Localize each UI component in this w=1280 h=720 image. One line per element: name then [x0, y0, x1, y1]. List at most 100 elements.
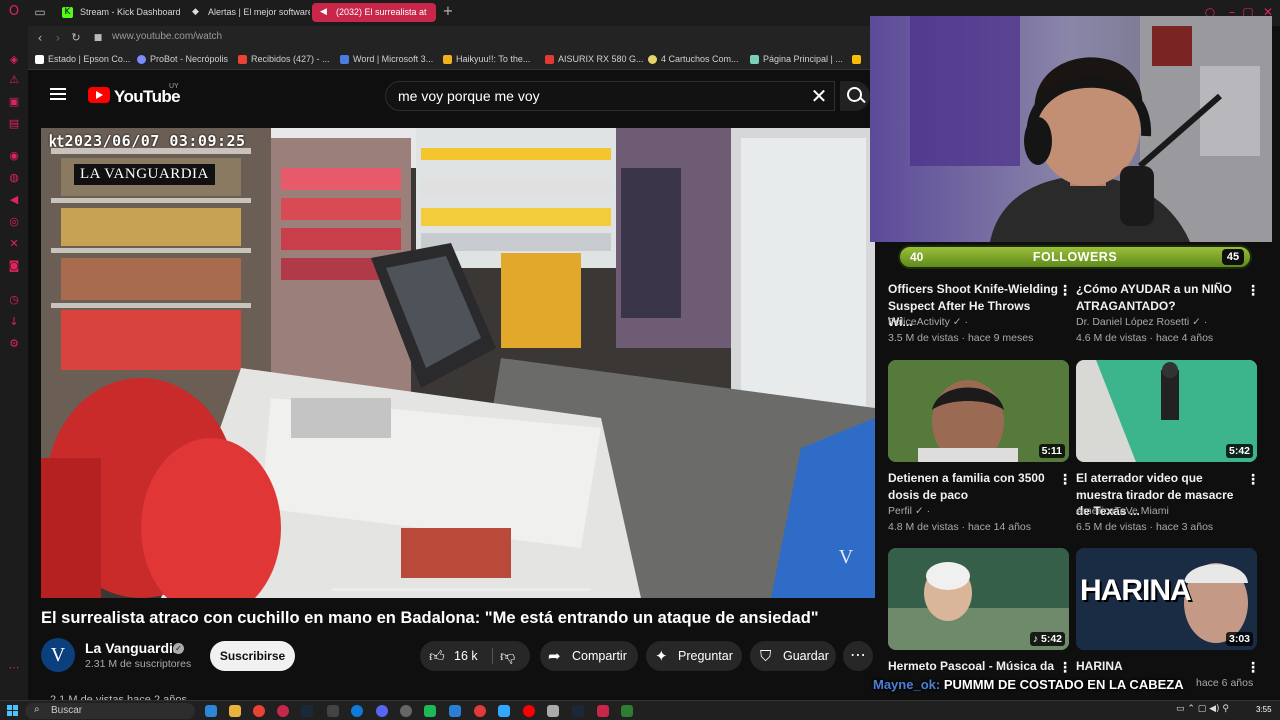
bookmark-item[interactable]: AISURIX RX 580 G...	[545, 54, 644, 64]
search-button[interactable]	[840, 81, 870, 111]
taskbar-clock[interactable]: 3:55	[1256, 705, 1272, 714]
video-progress-bar[interactable]	[331, 588, 591, 591]
steam-icon[interactable]	[572, 705, 584, 717]
photoshop-icon[interactable]	[498, 705, 510, 717]
ask-button[interactable]: ✦ Preguntar	[646, 641, 742, 671]
duration-badge: 3:03	[1225, 632, 1253, 646]
rec-channel[interactable]: Dr. Daniel López Rosetti ✓ ·	[1076, 316, 1207, 328]
bookmark-item[interactable]: ProBot - Necrópolis	[137, 54, 228, 64]
subscribe-button[interactable]: Suscribirse	[210, 641, 295, 671]
sidebar-settings-icon[interactable]: ⚙	[7, 338, 21, 350]
sidebar-extensions-icon[interactable]: ⚠	[7, 74, 21, 86]
url-field[interactable]: www.youtube.com/watch	[112, 31, 222, 42]
vscode-icon[interactable]	[449, 705, 461, 717]
sidebar-telegram-icon[interactable]: ◀	[7, 194, 21, 206]
bookmark-item[interactable]: 4 Cartuchos Com...	[648, 54, 739, 64]
opera-gx-icon[interactable]	[474, 705, 486, 717]
edge-icon[interactable]	[351, 705, 363, 717]
search-input[interactable]	[398, 88, 778, 104]
rec-title[interactable]: Detienen a familia con 3500 dosis de pac…	[888, 470, 1058, 503]
tab-youtube-video[interactable]: ◀ (2032) El surrealista at	[312, 3, 436, 22]
channel-name[interactable]: La Vanguardia	[85, 640, 181, 656]
share-button[interactable]: ➦ Compartir	[540, 641, 638, 671]
sidebar-whatsapp-icon[interactable]: ◍	[7, 172, 21, 184]
bookmark-item[interactable]: Recibidos (427) - ...	[238, 54, 330, 64]
like-dislike-group: 👍︎ 16 k 👎︎	[420, 641, 530, 671]
sidebar-messenger-icon[interactable]: ◉	[7, 150, 21, 162]
sidebar-history-icon[interactable]: ◷	[7, 294, 21, 306]
more-options-icon[interactable]: ⋮	[1058, 660, 1072, 676]
sidebar-discord-icon[interactable]: ◙	[7, 260, 21, 272]
file-explorer-icon[interactable]	[229, 705, 241, 717]
app-icon[interactable]	[424, 705, 436, 717]
steam-icon[interactable]	[301, 705, 313, 717]
more-options-icon[interactable]: ⋮	[1246, 660, 1260, 676]
opera-icon[interactable]	[277, 705, 289, 717]
youtube-wordmark[interactable]: YouTube	[114, 87, 181, 107]
back-icon[interactable]: ‹	[32, 30, 48, 46]
bookmark-item[interactable]: Haikyuu!!: To the...	[443, 54, 530, 64]
channel-avatar[interactable]: V	[41, 638, 75, 672]
rec-channel[interactable]: AmericaTeVe Miami	[1076, 505, 1169, 517]
youtube-logo-icon[interactable]	[88, 87, 110, 103]
clear-search-icon[interactable]: ✕	[808, 85, 830, 107]
rec-channel[interactable]: Perfil ✓ ·	[888, 505, 930, 517]
more-options-icon[interactable]: ⋮	[1058, 472, 1072, 488]
windows-start-icon[interactable]	[7, 705, 18, 716]
sidebar-ai-icon[interactable]: ◈	[7, 54, 21, 66]
hamburger-menu-icon[interactable]	[50, 88, 66, 100]
reload-icon[interactable]: ↻	[68, 30, 84, 46]
terminal-icon[interactable]	[621, 705, 633, 717]
system-tray[interactable]: ▭ ⌃ ▢ ◀) ⚲	[1176, 704, 1229, 714]
obs-icon[interactable]	[400, 705, 412, 717]
taskbar-search[interactable]: ⌕ Buscar	[25, 703, 195, 719]
bookmark-item[interactable]: Estado | Epson Co...	[35, 54, 130, 64]
rec-thumbnail[interactable]: 5:11	[888, 360, 1069, 462]
sidebar-x-icon[interactable]: ✕	[7, 238, 21, 250]
more-options-icon[interactable]: ⋮	[1246, 283, 1260, 299]
more-actions-button[interactable]: ⋯	[843, 641, 873, 671]
channel-watermark[interactable]: V	[834, 546, 858, 572]
video-title: El surrealista atraco con cuchillo en ma…	[41, 609, 819, 627]
rec-thumbnail[interactable]: 5:42	[1076, 360, 1257, 462]
app-icon[interactable]	[547, 705, 559, 717]
taskbar-search-label: Buscar	[51, 705, 83, 716]
forward-icon[interactable]: ›	[50, 30, 66, 46]
chrome-icon[interactable]	[253, 705, 265, 717]
sidebar-tabs-icon[interactable]: ▤	[7, 118, 21, 130]
dislike-button[interactable]: 👎︎	[498, 641, 530, 671]
video-player[interactable]: ㏏2023/06/07 03:09:25 LA VANGUARDIA V	[41, 128, 875, 598]
rec-channel-name: Dr. Daniel López Rosetti	[1076, 316, 1190, 328]
rec-channel[interactable]: PoliceActivity ✓ ·	[888, 316, 968, 328]
more-options-icon[interactable]: ⋮	[1246, 472, 1260, 488]
sidebar-instagram-icon[interactable]: ◎	[7, 216, 21, 228]
rec-thumbnail[interactable]: HARINA 3:03	[1076, 548, 1257, 650]
sidebar-downloads-icon[interactable]: ↓	[7, 316, 21, 328]
active-app-icon[interactable]	[597, 705, 609, 717]
sidebar-more-icon[interactable]: ⋯	[7, 662, 21, 674]
rec-title[interactable]: ¿Cómo AYUDAR a un NIÑO ATRAGANTADO?	[1076, 281, 1246, 314]
discord-icon[interactable]	[376, 705, 388, 717]
more-options-icon[interactable]: ⋮	[1058, 283, 1072, 299]
address-bar: ‹ › ↻ ■ www.youtube.com/watch	[28, 26, 870, 50]
sidebar-workspace-icon[interactable]: ▣	[7, 96, 21, 108]
rec-title[interactable]: Hermeto Pascoal - Música da	[888, 658, 1058, 675]
youtube-app-icon[interactable]	[523, 705, 535, 717]
tab-menu-icon[interactable]: ▭	[32, 4, 48, 20]
copilot-icon[interactable]	[205, 705, 217, 717]
tab-kick-dashboard[interactable]: K Stream - Kick Dashboard	[56, 3, 182, 22]
opera-logo-icon[interactable]: O	[7, 5, 21, 18]
tab-label: (2032) El surrealista at	[336, 7, 427, 17]
tab-alertas[interactable]: ◆ Alertas | El mejor software	[184, 3, 310, 22]
calculator-icon[interactable]	[327, 705, 339, 717]
bookmark-item[interactable]: Word | Microsoft 3...	[340, 54, 433, 64]
new-tab-button[interactable]: +	[440, 4, 456, 20]
rec-thumbnail[interactable]: ♪ 5:42	[888, 548, 1069, 650]
bookmark-item[interactable]: Página Principal | ...	[750, 54, 843, 64]
save-label: Guardar	[783, 649, 829, 663]
rec-title[interactable]: HARINA	[1076, 658, 1246, 675]
like-button[interactable]: 👍︎ 16 k	[420, 641, 486, 671]
search-box	[385, 81, 835, 111]
save-button[interactable]: ⛉ Guardar	[750, 641, 836, 671]
followers-goal: 45	[1222, 249, 1244, 265]
